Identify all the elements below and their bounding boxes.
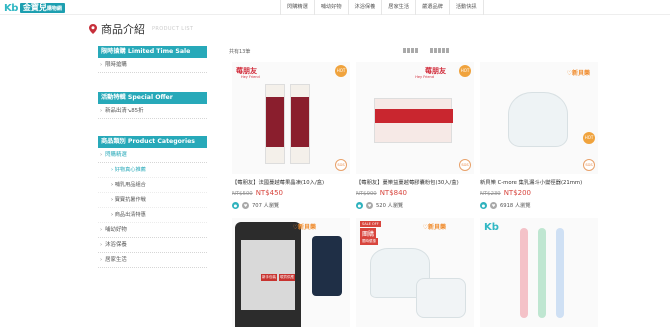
product-image[interactable]: 莓朋友 Hey Friend HOT SGS <box>356 62 474 174</box>
product-image[interactable]: 莓朋友 Hey Friend HOT SGS <box>232 62 350 174</box>
sidebar: 限時搶購 Limited Time Sale › 限時搶購 活動特輯 Specia… <box>98 46 207 268</box>
product-box <box>265 84 285 164</box>
product-box <box>374 98 453 143</box>
product-bag: 新手包裝 現貨供應 <box>235 222 301 327</box>
product-views: ● ♥ 520 人瀏覽 <box>356 202 404 209</box>
brand-logo: ♡新貝樂 <box>422 224 446 231</box>
list-view-toggle[interactable] <box>430 48 449 54</box>
sgs-badge: SGS <box>335 159 347 171</box>
sidebar-subitem-clearance[interactable]: › 商品出清特惠 <box>98 208 207 223</box>
product-image[interactable]: SALE OFF 團購 限時優惠 ♡新貝樂 <box>356 218 474 327</box>
cart-icon[interactable]: ● <box>480 202 487 209</box>
sidebar-subitem-summer[interactable]: › 寶寶抗暑作戰 <box>98 193 207 208</box>
hot-badge: HOT <box>459 65 471 77</box>
main-nav: 閃購精選 哺幼好物 沐浴保養 居家生活 嚴選品牌 活動快訊 <box>280 0 484 15</box>
page-heading: 商品介紹 PRODUCT LIST <box>89 21 193 37</box>
sidebar-item-clearance[interactable]: › 新品出清↘85折 <box>98 104 207 119</box>
nav-item-flash[interactable]: 閃購精選 <box>280 0 314 15</box>
sidebar-item-bath[interactable]: › 沐浴保養 <box>98 238 207 253</box>
product-name[interactable]: 新貝樂 C-more 集乳漏斗小變徑器(21mm) <box>480 178 598 186</box>
page-subtitle: PRODUCT LIST <box>152 26 194 32</box>
hot-badge: HOT <box>583 132 595 144</box>
chevron-right-icon: › <box>100 152 103 158</box>
nav-item-home[interactable]: 居家生活 <box>381 0 415 15</box>
nav-item-brands[interactable]: 嚴選品牌 <box>415 0 449 15</box>
sidebar-heading-limited-sale: 限時搶購 Limited Time Sale <box>98 46 207 58</box>
product-views: ● ♥ 707 人瀏覽 <box>232 202 280 209</box>
product-image[interactable]: 新手包裝 現貨供應 ♡新貝樂 <box>232 218 350 327</box>
chevron-right-icon: › <box>100 242 103 248</box>
hot-badge: HOT <box>335 65 347 77</box>
product-name[interactable]: 【莓朋友】蔓樂益蔓越莓膠囊粉包(30入/盒) <box>356 178 474 186</box>
logo-mark: Kb <box>4 2 18 14</box>
sidebar-subitem-nursing-set[interactable]: › 哺乳用品組合 <box>98 178 207 193</box>
product-funnel <box>508 92 568 147</box>
sgs-badge: SGS <box>583 159 595 171</box>
product-spoon <box>520 228 528 318</box>
sidebar-subitem-recommend[interactable]: › 好物真心推薦 <box>98 163 207 178</box>
chevron-right-icon: › <box>100 227 103 233</box>
brand-logo: ♡新貝樂 <box>566 70 590 77</box>
heart-icon[interactable]: ♥ <box>366 202 373 209</box>
product-price: NT$900 NT$840 <box>356 189 408 197</box>
heart-icon[interactable]: ♥ <box>242 202 249 209</box>
nav-item-bath[interactable]: 沐浴保養 <box>347 0 382 15</box>
grid-view-toggle[interactable] <box>403 48 418 54</box>
product-image[interactable]: Kb <box>480 218 598 327</box>
product-price: NT$239 NT$200 <box>480 189 532 197</box>
sidebar-heading-categories: 商品類別 Product Categories <box>98 136 207 148</box>
product-spoon <box>556 228 564 318</box>
chevron-right-icon: › <box>100 62 103 68</box>
sidebar-heading-special-offer: 活動特輯 Special Offer <box>98 92 207 104</box>
product-box <box>290 84 310 164</box>
product-price: NT$500 NT$450 <box>232 189 284 197</box>
sidebar-item-flash-picks[interactable]: › 閃購精選 <box>98 148 207 163</box>
product-name[interactable]: 【莓朋友】法國蔓越莓果晶凍(10入/盒) <box>232 178 350 186</box>
sgs-badge: SGS <box>459 159 471 171</box>
sidebar-item-home[interactable]: › 居家生活 <box>98 253 207 268</box>
location-pin-icon <box>89 24 97 34</box>
page-title: 商品介紹 <box>101 23 145 36</box>
product-backpack <box>312 236 342 296</box>
cart-icon[interactable]: ● <box>232 202 239 209</box>
chevron-right-icon: › <box>100 257 103 263</box>
brand-logo: ♡新貝樂 <box>292 224 316 231</box>
heart-icon[interactable]: ♥ <box>490 202 497 209</box>
nav-item-events[interactable]: 活動快訊 <box>448 0 484 15</box>
result-count: 共有13筆 <box>229 49 251 55</box>
sidebar-item-limited-sale[interactable]: › 限時搶購 <box>98 58 207 73</box>
logo-name: 金寶兒購物網 <box>19 3 65 13</box>
top-nav-bar: Kb 金寶兒購物網 閃購精選 哺幼好物 沐浴保養 居家生活 嚴選品牌 活動快訊 <box>0 0 670 15</box>
chevron-right-icon: › <box>100 108 103 114</box>
nav-item-baby[interactable]: 哺幼好物 <box>313 0 348 15</box>
product-views: ● ♥ 6918 人瀏覽 <box>480 202 531 209</box>
cart-icon[interactable]: ● <box>356 202 363 209</box>
brand-logo: Kb <box>484 222 499 233</box>
product-image[interactable]: ♡新貝樂 HOT SGS <box>480 62 598 174</box>
sidebar-item-baby[interactable]: › 哺幼好物 <box>98 223 207 238</box>
product-spoon <box>538 228 546 318</box>
site-logo[interactable]: Kb 金寶兒購物網 <box>4 2 65 14</box>
product-parts <box>416 278 466 318</box>
